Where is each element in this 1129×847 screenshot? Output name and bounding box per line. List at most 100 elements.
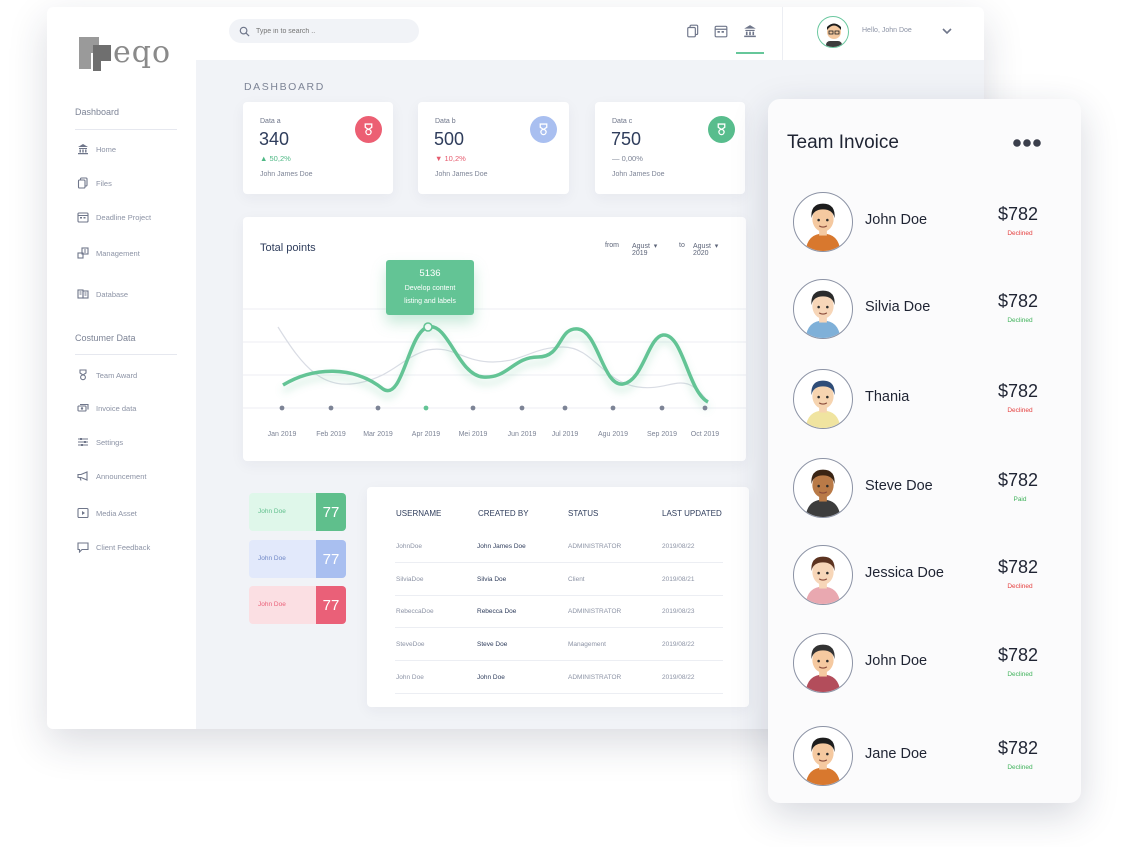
x-axis-label: Mar 2019 xyxy=(363,431,393,438)
sidebar-item-database[interactable]: Database xyxy=(77,285,128,303)
table-header-last-updated[interactable]: LAST UPDATED xyxy=(662,509,722,518)
bank-icon[interactable] xyxy=(743,24,757,38)
line-chart xyxy=(243,308,746,411)
users-table: USERNAME CREATED BY STATUS LAST UPDATED … xyxy=(367,487,749,707)
cell-created-by: John James Doe xyxy=(477,543,526,550)
sidebar-item-label: Database xyxy=(96,289,129,299)
table-row[interactable]: JohnDoe John James Doe ADMINISTRATOR 201… xyxy=(395,530,723,563)
stat-card-a[interactable]: Data a 340 ▲ 50,2% John James Doe xyxy=(243,102,393,194)
stat-value: 500 xyxy=(434,129,465,149)
page-title: DASHBOARD xyxy=(244,81,325,93)
status-badge: Declined xyxy=(1007,583,1033,590)
x-axis-marker xyxy=(702,405,708,411)
chat-icon xyxy=(77,542,89,553)
avatar xyxy=(793,279,853,339)
mini-card-name: John Doe xyxy=(258,555,286,562)
sidebar-item-label: Announcement xyxy=(96,471,147,481)
x-axis-marker xyxy=(423,405,429,411)
stat-card-c[interactable]: Data c 750 — 0,00% John James Doe xyxy=(595,102,745,194)
top-bar: Hello, John Doe xyxy=(196,7,984,60)
sidebar-item-invoice-data[interactable]: Invoice data xyxy=(77,399,136,417)
person-avatar-icon xyxy=(805,469,841,517)
cell-created-by: John Doe xyxy=(477,674,505,681)
invoice-row[interactable]: Silvia Doe $782 Declined xyxy=(793,279,1063,343)
invoice-row[interactable]: John Doe $782 Declined xyxy=(793,192,1063,256)
more-options-icon[interactable] xyxy=(1013,137,1043,149)
mini-card-name: John Doe xyxy=(258,508,286,515)
sidebar-item-label: Team Award xyxy=(96,370,138,380)
cell-last-updated: 2019/08/22 xyxy=(662,641,695,648)
highlight-point[interactable] xyxy=(423,322,433,332)
sidebar-item-team-award[interactable]: Team Award xyxy=(77,366,137,384)
team-invoice-panel: Team Invoice John Doe $782 Declined Silvia … xyxy=(768,99,1081,803)
invoice-amount: $782 xyxy=(998,738,1039,758)
mini-card[interactable]: John Doe 77 xyxy=(249,493,346,531)
table-header-username[interactable]: USERNAME xyxy=(396,509,441,518)
files-icon[interactable] xyxy=(686,24,700,38)
invoice-row[interactable]: Jane Doe $782 Declined xyxy=(793,726,1063,790)
avatar xyxy=(793,726,853,786)
avatar xyxy=(793,545,853,605)
search-box[interactable] xyxy=(229,19,419,43)
status-badge: Declined xyxy=(1007,764,1033,771)
mini-card-value: 77 xyxy=(316,540,346,578)
sidebar-item-announcement[interactable]: Announcement xyxy=(77,467,146,485)
invoice-row[interactable]: Jessica Doe $782 Declined xyxy=(793,545,1063,609)
person-avatar-icon xyxy=(805,556,841,604)
sidebar-item-label: Deadline Project xyxy=(96,212,152,222)
sidebar-item-files[interactable]: Files xyxy=(77,174,112,192)
avatar[interactable] xyxy=(817,16,849,48)
logo-text: eqo xyxy=(113,35,172,70)
person-name: John Doe xyxy=(865,653,928,669)
invoice-row[interactable]: John Doe $782 Declined xyxy=(793,633,1063,697)
x-axis-marker xyxy=(328,405,334,411)
trend-down-icon: ▼ xyxy=(435,154,445,163)
table-row[interactable]: RebeccaDoe Rebecca Doe ADMINISTRATOR 201… xyxy=(395,595,723,628)
stat-change: — 0,00% xyxy=(612,154,643,163)
status-badge: Paid xyxy=(1013,496,1027,503)
mini-card[interactable]: John Doe 77 xyxy=(249,540,346,578)
sidebar-item-label: Media Asset xyxy=(96,508,137,518)
calendar-icon[interactable] xyxy=(714,24,728,38)
x-axis-label: Jul 2019 xyxy=(551,431,579,438)
tooltip-line-1: Develop content xyxy=(404,285,456,292)
stat-badge xyxy=(708,116,735,143)
table-row[interactable]: John Doe John Doe ADMINISTRATOR 2019/08/… xyxy=(395,661,723,694)
person-avatar-icon xyxy=(805,380,841,428)
table-row[interactable]: SteveDoe Steve Doe Management 2019/08/22 xyxy=(395,628,723,661)
person-avatar-icon xyxy=(805,290,841,338)
user-avatar-icon xyxy=(826,23,842,47)
table-row[interactable]: SilviaDoe Silvia Doe Client 2019/08/21 xyxy=(395,563,723,596)
status-badge: Declined xyxy=(1007,407,1033,414)
topbar-divider xyxy=(782,7,783,60)
award-icon xyxy=(364,123,373,136)
stat-owner: John James Doe xyxy=(260,171,313,178)
table-header-status[interactable]: STATUS xyxy=(568,509,598,518)
table-header-created-by[interactable]: CREATED BY xyxy=(478,509,529,518)
sidebar-item-management[interactable]: Management xyxy=(77,244,140,262)
greeting-text: Hello, John Doe xyxy=(862,27,912,34)
search-input[interactable] xyxy=(256,27,406,35)
x-axis-label: Agu 2019 xyxy=(598,431,628,438)
cell-status: ADMINISTRATOR xyxy=(568,608,622,615)
invoice-amount: $782 xyxy=(998,645,1039,665)
invoice-row[interactable]: Steve Doe $782 Paid xyxy=(793,458,1063,522)
sidebar-item-home[interactable]: Home xyxy=(77,140,116,158)
sidebar: eqo Dashboard Home Files Deadline Projec… xyxy=(47,7,196,729)
mini-card-value: 77 xyxy=(316,586,346,624)
sidebar-item-deadline-project[interactable]: Deadline Project xyxy=(77,208,151,226)
sidebar-item-settings[interactable]: Settings xyxy=(77,433,123,451)
invoice-row[interactable]: Thania $782 Declined xyxy=(793,369,1063,433)
stat-label: Data a xyxy=(260,118,281,125)
mini-card[interactable]: John Doe 77 xyxy=(249,586,346,624)
sidebar-item-label: Management xyxy=(96,248,140,258)
logo[interactable]: eqo xyxy=(77,29,177,79)
stat-card-b[interactable]: Data b 500 ▼ 10,2% John James Doe xyxy=(418,102,569,194)
sidebar-item-client-feedback[interactable]: Client Feedback xyxy=(77,538,150,556)
cell-last-updated: 2019/08/21 xyxy=(662,576,695,583)
chart-tooltip: 5136 Develop content listing and labels xyxy=(386,260,474,315)
sidebar-item-media-asset[interactable]: Media Asset xyxy=(77,504,137,522)
chevron-down-icon[interactable] xyxy=(941,25,953,37)
stat-label: Data c xyxy=(612,118,633,125)
invoice-amount: $782 xyxy=(998,204,1039,224)
